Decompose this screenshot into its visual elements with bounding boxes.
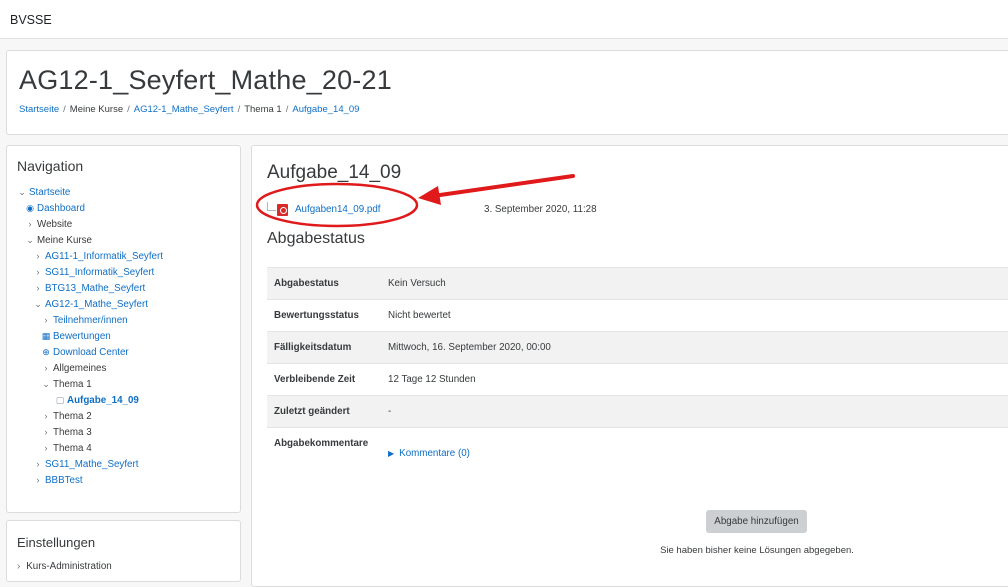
nav-item-meine-kurse[interactable]: ⌄ Meine Kurse bbox=[25, 232, 92, 248]
dashboard-icon: ◉ bbox=[26, 203, 34, 213]
course-title: AG12-1_Seyfert_Mathe_20-21 bbox=[19, 65, 392, 95]
row-value: 12 Tage 12 Stunden bbox=[381, 363, 1008, 396]
nav-item-course-sg11-inf[interactable]: › SG11_Informatik_Seyfert bbox=[33, 264, 155, 280]
nav-item-download-center[interactable]: ⊕ Download Center bbox=[41, 344, 128, 360]
nav-item-participants[interactable]: › Teilnehmer/innen bbox=[41, 312, 128, 328]
nav-item-thema-2[interactable]: › Thema 2 bbox=[41, 408, 92, 424]
chevron-down-icon: ⌄ bbox=[34, 299, 42, 309]
nav-item-grades[interactable]: ▦ Bewertungen bbox=[41, 328, 111, 344]
tree-branch-icon bbox=[267, 202, 276, 211]
course-administration-item[interactable]: › Kurs-Administration bbox=[17, 561, 112, 572]
breadcrumb-my-courses: Meine Kurse bbox=[69, 104, 124, 115]
row-label: Fälligkeitsdatum bbox=[267, 331, 381, 364]
chevron-right-icon: › bbox=[36, 475, 40, 485]
row-value: - bbox=[381, 395, 1008, 428]
nav-item-website[interactable]: › Website bbox=[25, 216, 73, 232]
chevron-right-icon: › bbox=[44, 411, 48, 421]
comments-toggle[interactable]: ▶ Kommentare (0) bbox=[388, 448, 470, 459]
triangle-right-icon: ▶ bbox=[388, 449, 395, 458]
breadcrumb: Startseite / Meine Kurse / AG12-1_Mathe_Seyf… bbox=[19, 104, 360, 115]
navigation-block: Navigation ⌄ Startseite ◉ Dashboard › Websi… bbox=[6, 145, 241, 513]
submission-status-heading: Abgabestatus bbox=[267, 230, 365, 247]
table-row: Zuletzt geändert - bbox=[267, 395, 1008, 428]
nav-item-course-ag11[interactable]: › AG11-1_Informatik_Seyfert bbox=[33, 248, 163, 264]
table-row: Fälligkeitsdatum Mittwoch, 16. September… bbox=[267, 331, 1008, 364]
chevron-right-icon: › bbox=[36, 459, 40, 469]
nav-item-dashboard[interactable]: ◉ Dashboard bbox=[25, 200, 85, 216]
row-label: Abgabestatus bbox=[267, 267, 381, 300]
row-value: Kein Versuch bbox=[381, 267, 1008, 300]
row-value: Mittwoch, 16. September 2020, 00:00 bbox=[381, 331, 1008, 364]
nav-item-thema-4[interactable]: › Thema 4 bbox=[41, 440, 92, 456]
assignment-icon: ▢ bbox=[55, 395, 65, 405]
nav-item-thema-3[interactable]: › Thema 3 bbox=[41, 424, 92, 440]
chevron-right-icon: › bbox=[44, 315, 48, 325]
chevron-down-icon: ⌄ bbox=[18, 187, 26, 197]
no-submission-text: Sie haben bisher keine Lösungen abgegebe… bbox=[660, 545, 854, 556]
site-name[interactable]: BVSSE bbox=[10, 13, 52, 27]
chevron-right-icon: › bbox=[28, 219, 32, 229]
nav-item-aufgabe-14-09[interactable]: ▢ Aufgabe_14_09 bbox=[55, 392, 139, 408]
attachment-date: 3. September 2020, 11:28 bbox=[484, 204, 597, 215]
top-navbar: BVSSE bbox=[0, 0, 1008, 39]
breadcrumb-course[interactable]: AG12-1_Mathe_Seyfert bbox=[134, 104, 234, 115]
attachment-link[interactable]: Aufgaben14_09.pdf bbox=[295, 202, 381, 218]
nav-item-course-btg13[interactable]: › BTG13_Mathe_Seyfert bbox=[33, 280, 146, 296]
row-value: ▶ Kommentare (0) bbox=[381, 427, 1008, 508]
pdf-icon bbox=[277, 204, 288, 216]
row-label: Zuletzt geändert bbox=[267, 395, 381, 428]
row-value: Nicht bewertet bbox=[381, 299, 1008, 332]
navigation-title: Navigation bbox=[17, 158, 84, 174]
nav-item-course-ag12[interactable]: ⌄ AG12-1_Mathe_Seyfert bbox=[33, 296, 148, 312]
table-icon: ▦ bbox=[41, 331, 51, 341]
chevron-right-icon: › bbox=[17, 561, 21, 572]
table-row: Bewertungsstatus Nicht bewertet bbox=[267, 299, 1008, 332]
row-label: Abgabekommentare bbox=[267, 427, 381, 508]
row-label: Bewertungsstatus bbox=[267, 299, 381, 332]
chevron-right-icon: › bbox=[44, 427, 48, 437]
assignment-title: Aufgabe_14_09 bbox=[267, 162, 402, 183]
settings-block: Einstellungen › Kurs-Administration bbox=[6, 520, 241, 582]
nav-item-startseite[interactable]: ⌄ Startseite bbox=[17, 184, 70, 200]
table-row: Abgabestatus Kein Versuch bbox=[267, 267, 1008, 300]
breadcrumb-topic: Thema 1 bbox=[244, 104, 282, 115]
settings-title: Einstellungen bbox=[17, 535, 96, 550]
chevron-right-icon: › bbox=[36, 267, 40, 277]
chevron-right-icon: › bbox=[44, 363, 48, 373]
chevron-down-icon: ⌄ bbox=[42, 379, 50, 389]
nav-item-thema-1[interactable]: ⌄ Thema 1 bbox=[41, 376, 91, 392]
breadcrumb-home[interactable]: Startseite bbox=[19, 104, 59, 115]
row-label: Verbleibende Zeit bbox=[267, 363, 381, 396]
main-content: Aufgabe_14_09 Aufgaben14_09.pdf 3. Septe… bbox=[251, 145, 1008, 587]
breadcrumb-assignment[interactable]: Aufgabe_14_09 bbox=[292, 104, 359, 115]
table-row: Verbleibende Zeit 12 Tage 12 Stunden bbox=[267, 363, 1008, 396]
nav-item-course-bbbtest[interactable]: › BBBTest bbox=[33, 472, 83, 488]
chevron-right-icon: › bbox=[36, 283, 40, 293]
add-submission-button[interactable]: Abgabe hinzufügen bbox=[706, 510, 807, 533]
submission-status-table: Abgabestatus Kein Versuch Bewertungsstat… bbox=[267, 267, 1008, 508]
nav-item-allgemeines[interactable]: › Allgemeines bbox=[41, 360, 107, 376]
chevron-right-icon: › bbox=[44, 443, 48, 453]
table-row: Abgabekommentare ▶ Kommentare (0) bbox=[267, 427, 1008, 508]
chevron-right-icon: › bbox=[36, 251, 40, 261]
download-icon: ⊕ bbox=[42, 347, 50, 357]
chevron-down-icon: ⌄ bbox=[26, 235, 34, 245]
course-header: AG12-1_Seyfert_Mathe_20-21 Startseite / Me… bbox=[6, 50, 1008, 135]
nav-item-course-sg11-mathe[interactable]: › SG11_Mathe_Seyfert bbox=[33, 456, 139, 472]
